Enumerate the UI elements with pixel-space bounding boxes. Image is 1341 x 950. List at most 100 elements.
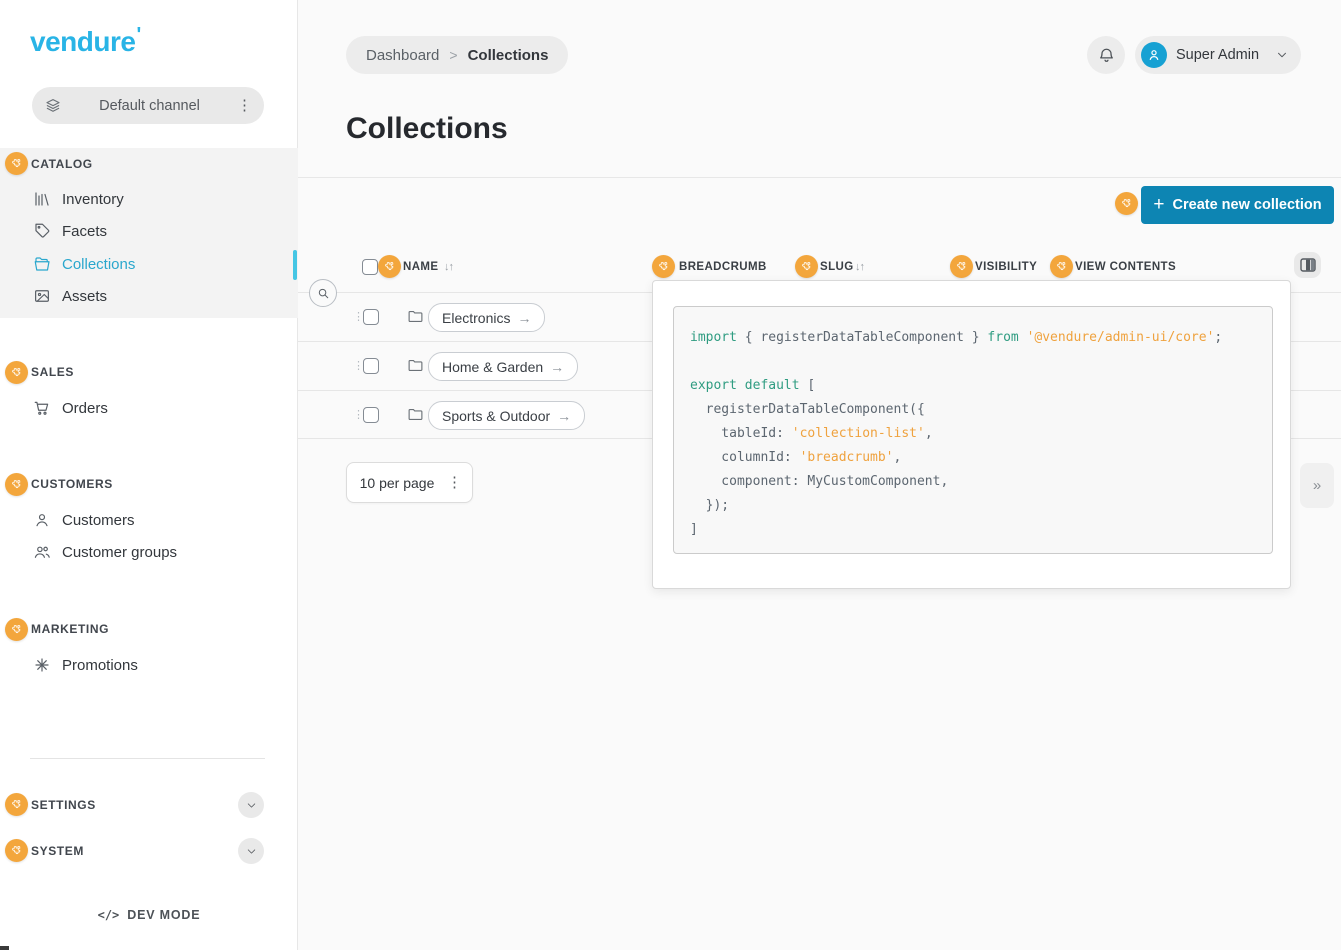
row-checkbox[interactable] bbox=[363, 358, 379, 374]
code-line: registerDataTableComponent({ bbox=[690, 398, 1256, 422]
channel-selector[interactable]: Default channel ⋮ bbox=[32, 87, 264, 124]
sidebar-divider bbox=[30, 758, 265, 759]
vendure-logo[interactable]: vendure bbox=[30, 24, 141, 58]
sort-icon[interactable]: ↓↑ bbox=[855, 261, 864, 273]
code-line: tableId: 'collection-list', bbox=[690, 422, 1256, 446]
plus-icon: + bbox=[1153, 195, 1164, 214]
arrow-right-icon: → bbox=[550, 359, 564, 375]
sidebar-item-label: Customers bbox=[62, 512, 135, 529]
dev-mode-plugin-icon[interactable] bbox=[1050, 255, 1073, 278]
table-search-button[interactable] bbox=[309, 279, 337, 307]
column-header-slug[interactable]: SLUG bbox=[820, 261, 854, 273]
sidebar-item-label: Orders bbox=[62, 400, 108, 417]
dev-mode-plugin-icon[interactable] bbox=[652, 255, 675, 278]
user-menu[interactable]: Super Admin bbox=[1135, 36, 1301, 74]
collection-link[interactable]: Sports & Outdoor → bbox=[428, 401, 585, 430]
breadcrumb-dashboard-link[interactable]: Dashboard bbox=[366, 47, 439, 64]
dev-mode-plugin-icon[interactable] bbox=[950, 255, 973, 278]
section-label-catalog: CATALOG bbox=[31, 154, 93, 174]
section-label-system: SYSTEM bbox=[31, 841, 84, 861]
create-button-label: Create new collection bbox=[1173, 197, 1322, 213]
code-line: export default [ bbox=[690, 374, 1256, 398]
collection-link[interactable]: Home & Garden → bbox=[428, 352, 578, 381]
sidebar-item-label: Promotions bbox=[62, 657, 138, 674]
active-item-indicator bbox=[293, 250, 297, 280]
dev-mode-plugin-icon[interactable] bbox=[5, 839, 28, 862]
row-checkbox[interactable] bbox=[363, 309, 379, 325]
columns-icon bbox=[1300, 258, 1316, 272]
dev-mode-plugin-icon[interactable] bbox=[795, 255, 818, 278]
sidebar-item-inventory[interactable]: Inventory bbox=[33, 185, 124, 213]
sidebar-item-label: Collections bbox=[62, 256, 135, 273]
section-label-marketing: MARKETING bbox=[31, 619, 109, 639]
sidebar-item-label: Inventory bbox=[62, 191, 124, 208]
image-icon bbox=[33, 287, 51, 305]
code-line: import { registerDataTableComponent } fr… bbox=[690, 326, 1256, 350]
puzzle-icon bbox=[10, 478, 23, 491]
code-line bbox=[690, 350, 1256, 374]
column-header-view-contents[interactable]: VIEW CONTENTS bbox=[1075, 261, 1176, 273]
layers-icon bbox=[44, 97, 62, 115]
select-all-checkbox[interactable] bbox=[362, 259, 378, 275]
dev-mode-plugin-icon[interactable] bbox=[1115, 192, 1138, 215]
collection-name: Electronics bbox=[442, 310, 510, 326]
dev-mode-plugin-icon[interactable] bbox=[5, 618, 28, 641]
page-title: Collections bbox=[346, 112, 508, 146]
puzzle-icon bbox=[1055, 260, 1068, 273]
arrow-right-icon: → bbox=[557, 408, 571, 424]
notifications-button[interactable] bbox=[1087, 36, 1125, 74]
folder-icon bbox=[407, 406, 424, 423]
puzzle-icon bbox=[955, 260, 968, 273]
sidebar-item-orders[interactable]: Orders bbox=[33, 394, 108, 422]
bell-icon bbox=[1097, 46, 1116, 65]
column-settings-button[interactable] bbox=[1294, 252, 1321, 278]
dev-mode-plugin-icon[interactable] bbox=[5, 152, 28, 175]
tag-icon bbox=[33, 222, 51, 240]
puzzle-icon bbox=[10, 623, 23, 636]
dev-mode-plugin-icon[interactable] bbox=[5, 473, 28, 496]
channel-menu-icon[interactable]: ⋮ bbox=[237, 98, 252, 113]
sidebar-item-facets[interactable]: Facets bbox=[33, 217, 107, 245]
sidebar-item-customers[interactable]: Customers bbox=[33, 506, 135, 534]
sidebar-item-promotions[interactable]: Promotions bbox=[33, 651, 138, 679]
code-line: component: MyCustomComponent, bbox=[690, 470, 1256, 494]
code-line: ] bbox=[690, 518, 1256, 542]
puzzle-icon bbox=[800, 260, 813, 273]
breadcrumb-current: Collections bbox=[468, 47, 549, 64]
next-page-button[interactable]: » bbox=[1300, 463, 1334, 508]
column-header-breadcrumb[interactable]: BREADCRUMB bbox=[679, 261, 767, 273]
folder-icon bbox=[407, 357, 424, 374]
settings-expand-button[interactable] bbox=[238, 792, 264, 818]
puzzle-icon bbox=[10, 798, 23, 811]
dev-mode-plugin-icon[interactable] bbox=[5, 793, 28, 816]
folder-open-icon bbox=[33, 255, 51, 273]
section-label-sales: SALES bbox=[31, 362, 74, 382]
double-chevron-right-icon: » bbox=[1313, 477, 1321, 494]
arrow-right-icon: → bbox=[517, 310, 531, 326]
create-new-collection-button[interactable]: + Create new collection bbox=[1141, 186, 1334, 224]
sidebar-item-collections[interactable]: Collections bbox=[33, 250, 135, 278]
dev-mode-plugin-icon[interactable] bbox=[378, 255, 401, 278]
sort-icon[interactable]: ↓↑ bbox=[444, 261, 453, 273]
breadcrumb: Dashboard > Collections bbox=[346, 36, 568, 74]
row-checkbox[interactable] bbox=[363, 407, 379, 423]
sidebar-item-label: Assets bbox=[62, 288, 107, 305]
sidebar-item-assets[interactable]: Assets bbox=[33, 282, 107, 310]
sidebar: vendure Default channel ⋮ CATALOG Invent… bbox=[0, 0, 298, 950]
puzzle-icon bbox=[657, 260, 670, 273]
chevron-down-icon bbox=[1275, 48, 1289, 62]
code-block: import { registerDataTableComponent } fr… bbox=[673, 306, 1273, 554]
puzzle-icon bbox=[10, 844, 23, 857]
dev-mode-popover: import { registerDataTableComponent } fr… bbox=[652, 280, 1291, 589]
column-header-visibility[interactable]: VISIBILITY bbox=[975, 261, 1037, 273]
column-header-name[interactable]: NAME bbox=[403, 261, 438, 273]
sidebar-item-customer-groups[interactable]: Customer groups bbox=[33, 538, 177, 566]
dev-mode-plugin-icon[interactable] bbox=[5, 361, 28, 384]
dev-mode-label: DEV MODE bbox=[127, 908, 200, 922]
library-icon bbox=[33, 190, 51, 208]
collection-link[interactable]: Electronics → bbox=[428, 303, 545, 332]
dev-mode-toggle[interactable]: </> DEV MODE bbox=[0, 908, 298, 922]
code-line: columnId: 'breadcrumb', bbox=[690, 446, 1256, 470]
system-expand-button[interactable] bbox=[238, 838, 264, 864]
items-per-page-selector[interactable]: 10 per page ⋮ bbox=[346, 462, 473, 503]
